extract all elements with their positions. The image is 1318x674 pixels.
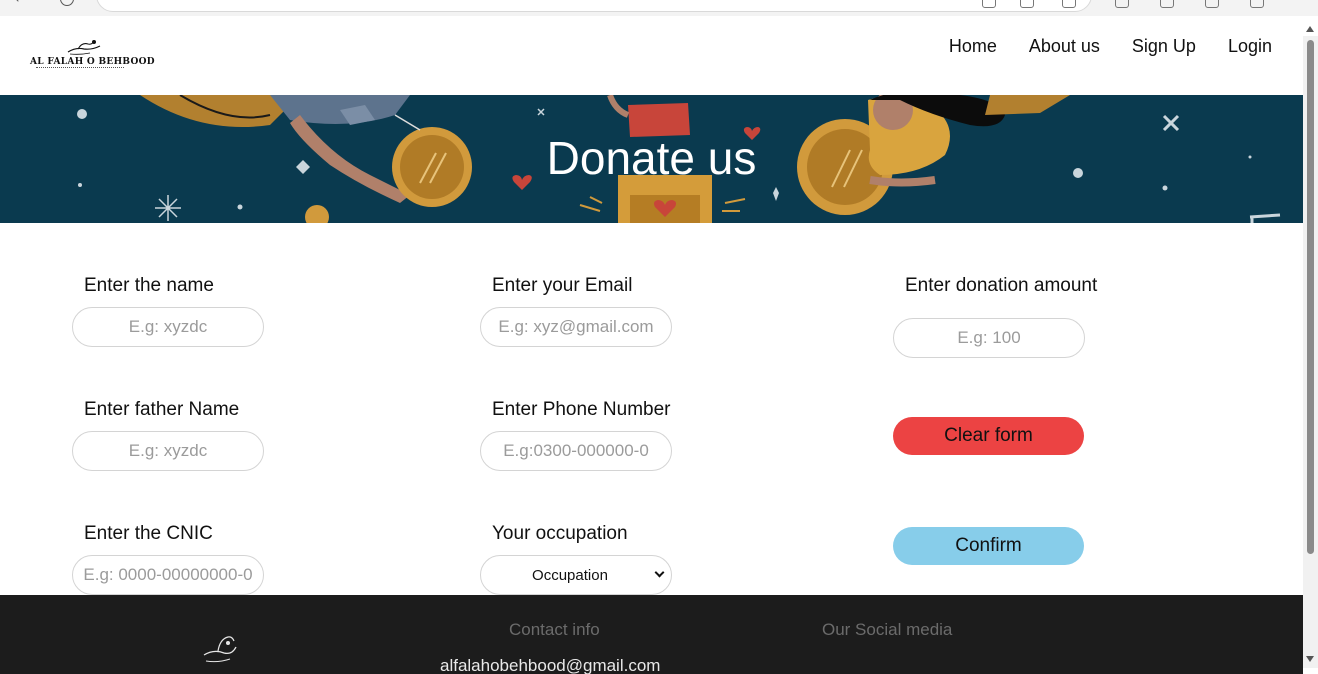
profile-icon[interactable] (1205, 0, 1219, 8)
father-name-label: Enter father Name (84, 399, 240, 420)
site-header: AL FALAH O BEHBOOD Home About us Sign Up… (0, 16, 1303, 95)
phone-input[interactable] (480, 431, 672, 471)
split-screen-icon[interactable] (1115, 0, 1129, 8)
nav-sign-up[interactable]: Sign Up (1132, 36, 1196, 57)
email-label: Enter your Email (492, 275, 633, 296)
cnic-label: Enter the CNIC (84, 523, 213, 544)
scroll-down-icon[interactable] (1306, 656, 1314, 662)
nav-about-us[interactable]: About us (1029, 36, 1100, 57)
logo-text: AL FALAH O BEHBOOD (30, 57, 155, 67)
amount-label: Enter donation amount (905, 275, 1098, 296)
name-label: Enter the name (84, 275, 214, 296)
page-title: Donate us (546, 132, 757, 184)
reader-icon[interactable] (982, 0, 996, 8)
back-arrow-icon[interactable] (12, 0, 24, 2)
page-scrollbar[interactable] (1303, 26, 1318, 668)
hand-logo-icon (67, 40, 101, 55)
cnic-input[interactable] (72, 555, 264, 595)
reload-icon[interactable] (60, 0, 74, 6)
address-bar[interactable] (96, 0, 1092, 12)
amount-input[interactable] (893, 318, 1085, 358)
hand-logo-icon (203, 636, 237, 663)
hero-banner: Donate us (0, 95, 1303, 223)
clear-form-button[interactable]: Clear form (893, 417, 1084, 455)
name-input[interactable] (72, 307, 264, 347)
confirm-button[interactable]: Confirm (893, 527, 1084, 565)
social-media-title: Our Social media (822, 620, 953, 639)
father-name-input[interactable] (72, 431, 264, 471)
collections-icon[interactable] (1062, 0, 1076, 8)
scroll-up-icon[interactable] (1306, 26, 1314, 32)
logo-tagline (36, 67, 124, 69)
occupation-selected-value: Occupation (532, 567, 608, 584)
main-nav: Home About us Sign Up Login (949, 36, 1272, 57)
extensions-icon[interactable] (1160, 0, 1174, 8)
occupation-label: Your occupation (492, 523, 628, 544)
browser-toolbar (0, 0, 1318, 16)
copilot-icon[interactable] (1250, 0, 1264, 8)
occupation-select[interactable]: Occupation (480, 555, 672, 595)
site-logo[interactable]: AL FALAH O BEHBOOD (30, 38, 155, 74)
nav-login[interactable]: Login (1228, 36, 1272, 57)
phone-label: Enter Phone Number (492, 399, 671, 420)
contact-info-title: Contact info (509, 620, 600, 639)
nav-home[interactable]: Home (949, 36, 997, 57)
scrollbar-thumb[interactable] (1307, 40, 1314, 554)
contact-email[interactable]: alfalahobehbood@gmail.com (440, 656, 660, 674)
site-footer: Contact info alfalahobehbood@gmail.com O… (0, 595, 1303, 674)
email-input[interactable] (480, 307, 672, 347)
favorite-icon[interactable] (1020, 0, 1034, 8)
